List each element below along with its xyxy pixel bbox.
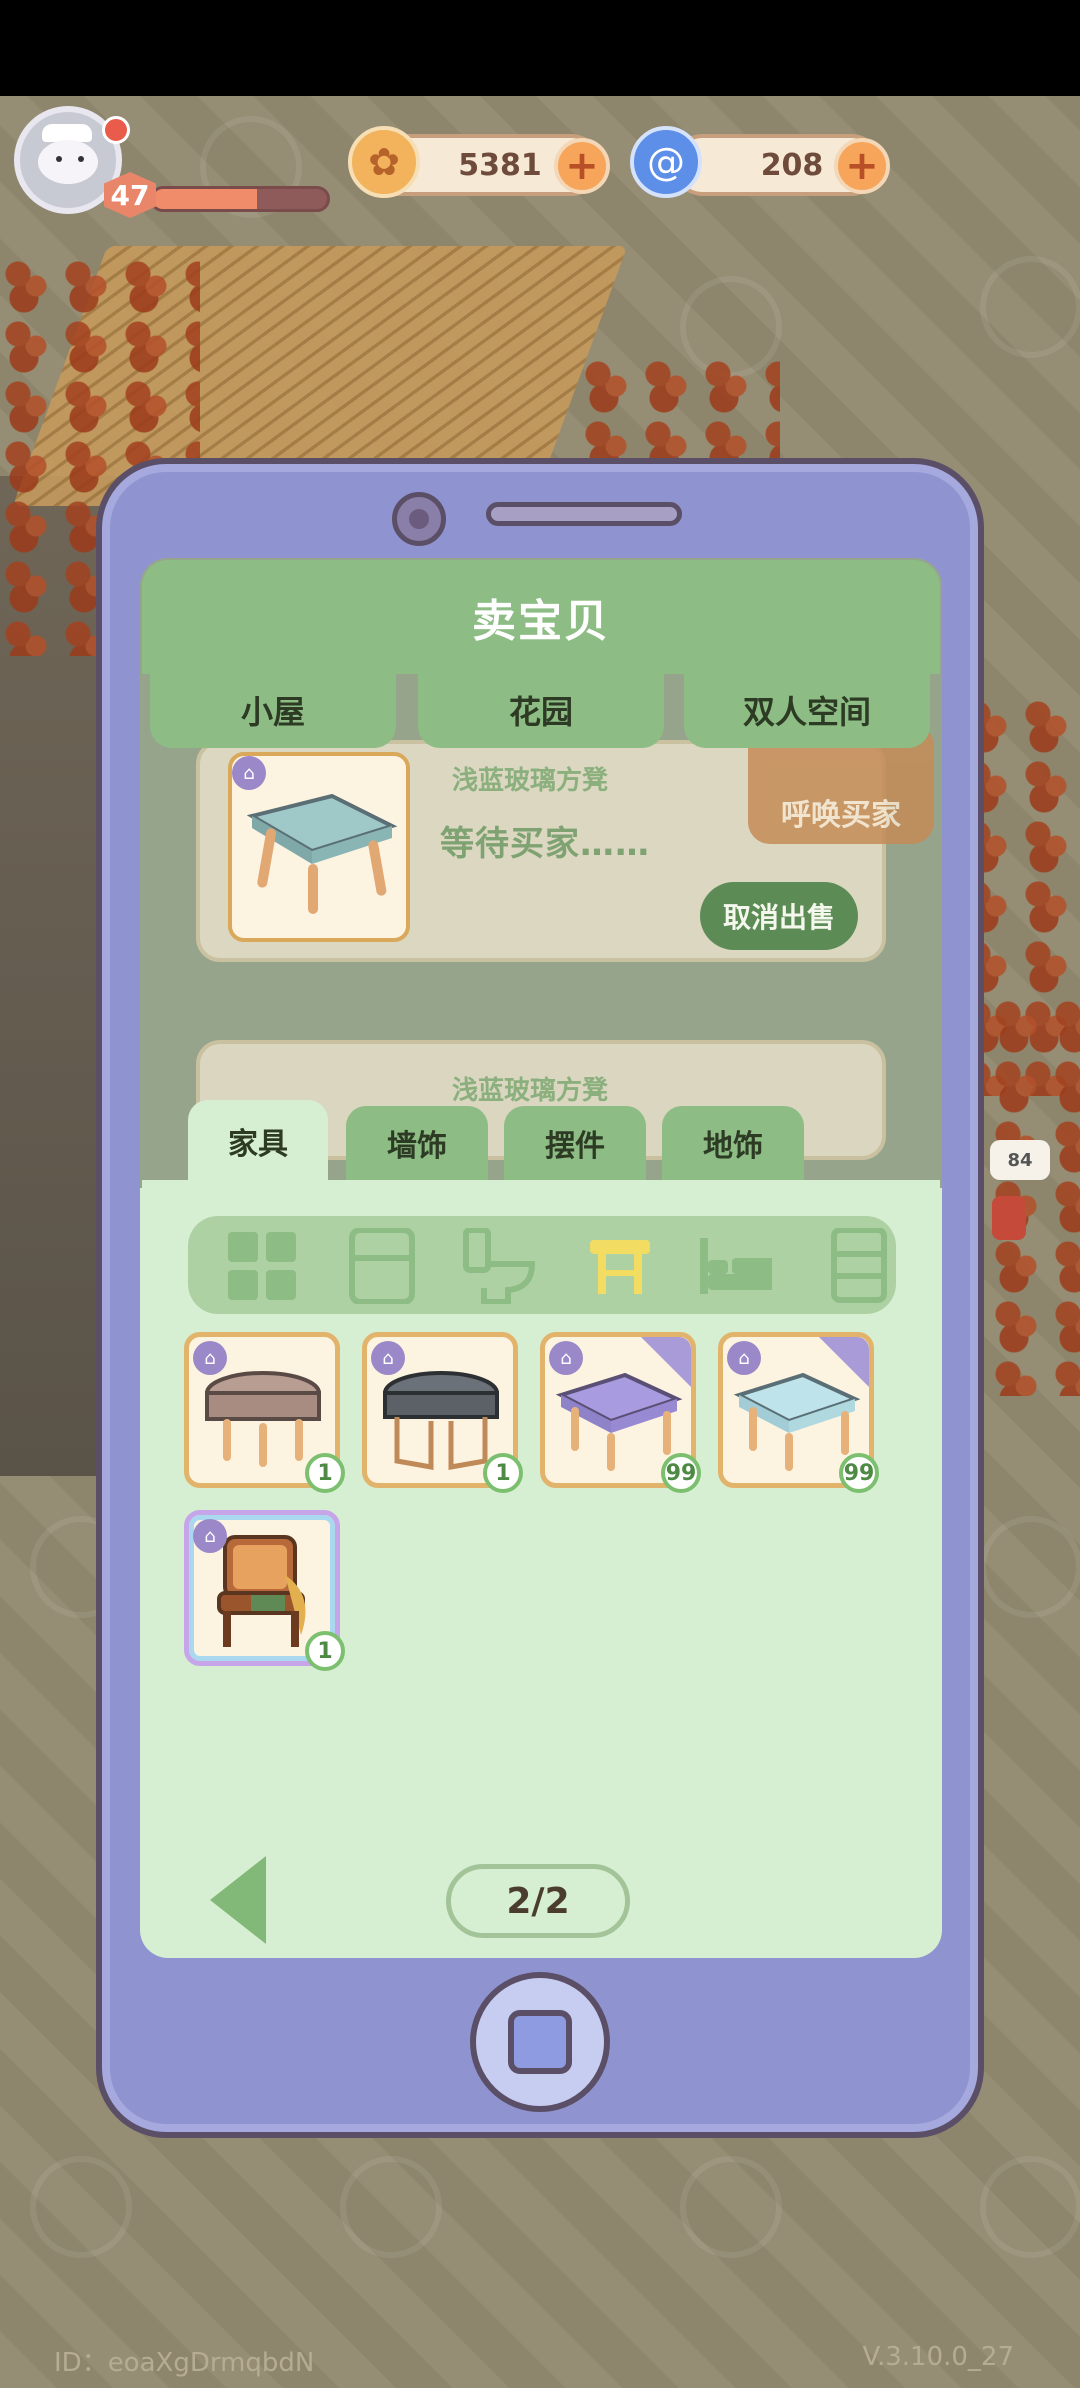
mailbox-count-tag: 84: [990, 1140, 1050, 1180]
previous-page-arrow-icon[interactable]: [210, 1856, 266, 1944]
home-square-icon: [508, 2010, 572, 2074]
category-tab-floor-decor[interactable]: 地饰: [662, 1106, 804, 1180]
floor-sun-tile: [980, 2156, 1080, 2258]
floor-sun-tile: [340, 2156, 442, 2258]
item-count-badge: 1: [483, 1453, 523, 1493]
floor-sun-tile: [30, 2156, 132, 2258]
phone-camera-icon: [392, 492, 446, 546]
stool-icon-glyph: [590, 1240, 650, 1294]
mailbox-icon[interactable]: [992, 1196, 1026, 1240]
coin-icon: ✿: [348, 126, 420, 198]
item-count-badge: 99: [839, 1453, 879, 1493]
eye: [56, 156, 62, 162]
status-bar: [0, 0, 1080, 96]
fridge-icon-glyph: [349, 1228, 415, 1304]
notification-dot: [102, 116, 130, 144]
toilet-icon-glyph: [463, 1228, 536, 1304]
fridge-icon[interactable]: [344, 1228, 420, 1304]
inventory-item-light-blue-glass-stool[interactable]: ⌂ 99: [718, 1332, 879, 1493]
toilet-icon[interactable]: [462, 1228, 538, 1304]
add-gems-button[interactable]: +: [834, 138, 890, 194]
add-coins-button[interactable]: +: [554, 138, 610, 194]
app-version: V.3.10.0_27: [862, 2342, 1014, 2372]
inventory-item-gray-metal-stool[interactable]: ⌂ 1: [362, 1332, 523, 1493]
item-type-icon: ⌂: [727, 1341, 761, 1375]
inventory-item-brown-stool[interactable]: ⌂ 1: [184, 1332, 345, 1493]
phone-home-button[interactable]: [470, 1972, 610, 2112]
selling-item-name: 浅蓝玻璃方凳: [452, 1076, 609, 1106]
inventory-item-wooden-armchair[interactable]: ⌂ 1: [184, 1510, 345, 1671]
floor-sun-tile: [980, 256, 1080, 358]
phone-speaker: [486, 502, 682, 526]
floor-sun-tile: [980, 1516, 1080, 1618]
selling-item-status: 等待买家……: [440, 824, 650, 864]
cancel-sale-button[interactable]: 取消出售: [700, 882, 858, 950]
bed-icon[interactable]: [696, 1228, 772, 1304]
item-count-badge: 1: [305, 1631, 345, 1671]
cabinet-icon[interactable]: [820, 1228, 896, 1304]
tab-cabin[interactable]: 小屋: [150, 672, 396, 748]
category-tab-wall-decor[interactable]: 墙饰: [346, 1106, 488, 1180]
stool-icon[interactable]: [582, 1228, 658, 1304]
cabinet-icon-glyph: [831, 1228, 887, 1303]
page-indicator: 2/2: [446, 1864, 630, 1938]
player-id: ID：eoaXgDrmqbdN: [54, 2348, 315, 2378]
floor-sun-tile: [680, 2156, 782, 2258]
level-progress-fill: [153, 189, 258, 209]
item-count-badge: 1: [305, 1453, 345, 1493]
item-type-icon: ⌂: [232, 756, 266, 790]
eye: [78, 156, 84, 162]
tab-duo-space[interactable]: 双人空间: [684, 672, 930, 748]
item-type-icon: ⌂: [193, 1341, 227, 1375]
swirl-gem-icon: @: [630, 126, 702, 198]
cat-face: [38, 140, 98, 184]
category-tab-ornaments[interactable]: 摆件: [504, 1106, 646, 1180]
item-type-icon: ⌂: [193, 1519, 227, 1553]
selling-item-name: 浅蓝玻璃方凳: [452, 766, 609, 796]
grid-icon[interactable]: [224, 1228, 300, 1304]
panel-title: 卖宝贝: [142, 560, 940, 674]
item-type-icon: ⌂: [371, 1341, 405, 1375]
item-type-icon: ⌂: [549, 1341, 583, 1375]
level-progress-bar: [150, 186, 330, 212]
grid-icon-glyph: [228, 1232, 296, 1300]
category-tab-furniture[interactable]: 家具: [188, 1100, 328, 1182]
item-count-badge: 99: [661, 1453, 701, 1493]
inventory-item-purple-glass-stool[interactable]: ⌂ 99: [540, 1332, 701, 1493]
tab-garden[interactable]: 花园: [418, 672, 664, 748]
bed-icon-glyph: [700, 1238, 772, 1294]
